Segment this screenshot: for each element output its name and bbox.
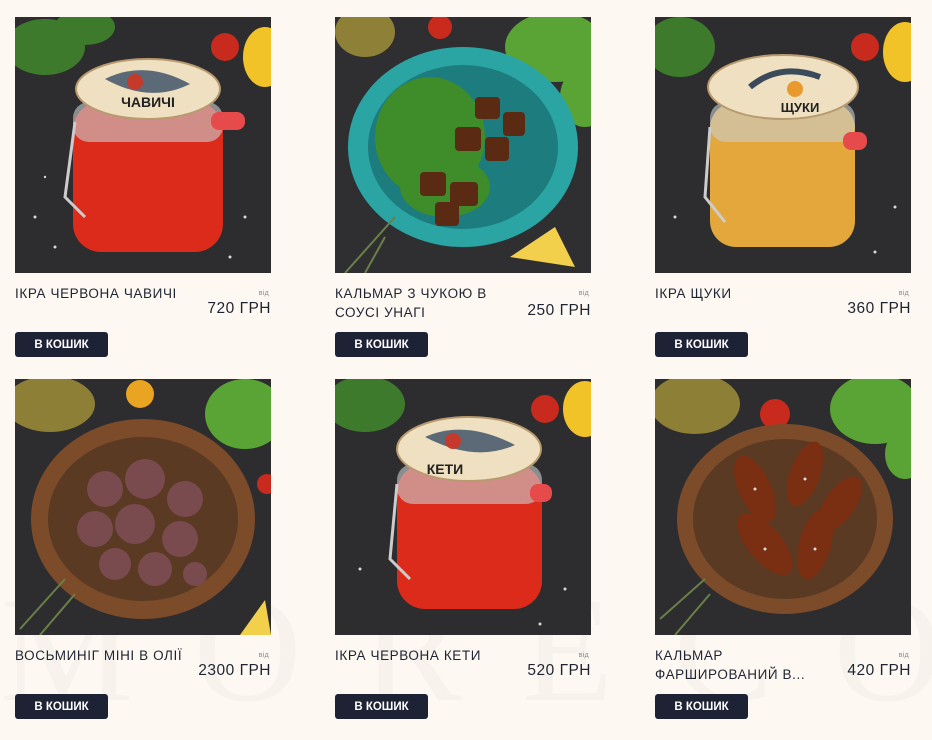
product-card: ЩУКИ ІКРА ЩУКИ від 360 ГРН В КОШИК	[655, 17, 911, 369]
product-price: 520 ГРН	[527, 662, 591, 679]
add-to-cart-button[interactable]: В КОШИК	[15, 694, 108, 719]
product-price: 420 ГРН	[847, 662, 911, 679]
product-card: ЧАВИЧІ ІКРА ЧЕРВОНА ЧАВИЧІ від 720 ГРН В…	[15, 17, 271, 369]
product-image-red-caviar-jar[interactable]: КЕТИ	[335, 379, 591, 635]
add-to-cart-button[interactable]: В КОШИК	[335, 332, 428, 357]
product-image-mini-octopus-bowl[interactable]	[15, 379, 271, 635]
jar-label: КЕТИ	[427, 461, 464, 477]
product-price: 2300 ГРН	[198, 662, 271, 679]
product-title[interactable]: КАЛЬМАР ФАРШИРОВАНИЙ В...	[655, 646, 825, 684]
price-from-label: від	[578, 290, 589, 297]
add-to-cart-button[interactable]: В КОШИК	[655, 694, 748, 719]
add-to-cart-button[interactable]: В КОШИК	[655, 332, 748, 357]
product-image-stuffed-squid-bowl[interactable]	[655, 379, 911, 635]
jar-label: ЧАВИЧІ	[121, 94, 175, 110]
product-card: КАЛЬМАР З ЧУКОЮ В СОУСІ УНАГІ від 250 ГР…	[335, 17, 591, 369]
jar-label: ЩУКИ	[781, 100, 820, 115]
product-card: КАЛЬМАР ФАРШИРОВАНИЙ В... від 420 ГРН В …	[655, 379, 911, 731]
product-price: 360 ГРН	[847, 300, 911, 317]
product-title[interactable]: ІКРА ЩУКИ	[655, 284, 825, 303]
product-title[interactable]: ІКРА ЧЕРВОНА КЕТИ	[335, 646, 505, 665]
product-grid: ЧАВИЧІ ІКРА ЧЕРВОНА ЧАВИЧІ від 720 ГРН В…	[0, 0, 932, 740]
product-title[interactable]: ІКРА ЧЕРВОНА ЧАВИЧІ	[15, 284, 185, 303]
price-from-label: від	[898, 290, 909, 297]
product-price: 250 ГРН	[527, 302, 591, 319]
product-price: 720 ГРН	[207, 300, 271, 317]
price-from-label: від	[898, 652, 909, 659]
price-from-label: від	[258, 290, 269, 297]
price-from-label: від	[578, 652, 589, 659]
product-card: КЕТИ ІКРА ЧЕРВОНА КЕТИ від 520 ГРН В КОШ…	[335, 379, 591, 731]
product-card: ВОСЬМИНІГ МІНІ В ОЛІЇ від 2300 ГРН В КОШ…	[15, 379, 271, 731]
add-to-cart-button[interactable]: В КОШИК	[335, 694, 428, 719]
product-image-red-caviar-jar[interactable]: ЧАВИЧІ	[15, 17, 271, 273]
product-title[interactable]: ВОСЬМИНІГ МІНІ В ОЛІЇ	[15, 646, 185, 665]
add-to-cart-button[interactable]: В КОШИК	[15, 332, 108, 357]
price-from-label: від	[258, 652, 269, 659]
product-image-pike-caviar-jar[interactable]: ЩУКИ	[655, 17, 911, 273]
product-title[interactable]: КАЛЬМАР З ЧУКОЮ В СОУСІ УНАГІ	[335, 284, 505, 322]
product-image-squid-seaweed-bowl[interactable]	[335, 17, 591, 273]
